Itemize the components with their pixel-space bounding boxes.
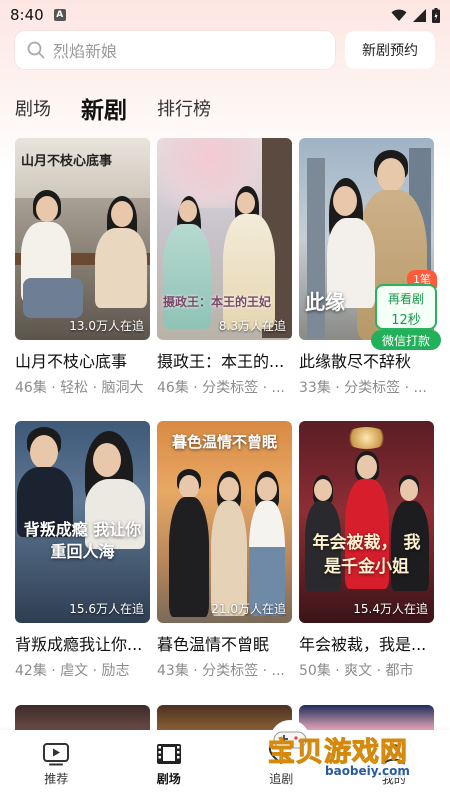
new-drama-reserve-button[interactable]: 新剧预约 bbox=[345, 31, 435, 69]
drama-card[interactable]: 背叛成瘾 我让你重回人海 15.6万人在追 背叛成瘾我让你... 42集 · 虐… bbox=[15, 421, 150, 704]
reward-timer-box[interactable]: 再看剧 12秒 bbox=[375, 284, 437, 330]
drama-poster[interactable]: 暮色温情不曾眠 21.0万人在追 bbox=[157, 421, 292, 623]
drama-poster-partial[interactable] bbox=[15, 705, 150, 730]
tracking-count: 8.3万人在追 bbox=[218, 319, 286, 333]
signal-icon bbox=[413, 8, 426, 22]
drama-meta: 50集 · 爽文 · 都市 bbox=[299, 663, 414, 679]
battery-icon bbox=[432, 7, 440, 23]
search-icon bbox=[27, 41, 45, 59]
tracking-count: 21.0万人在追 bbox=[211, 602, 286, 616]
watermark-url: baobeiy.com bbox=[322, 764, 413, 778]
tracking-count: 15.6万人在追 bbox=[69, 602, 144, 616]
status-bar: 8:40 A bbox=[0, 0, 450, 30]
drama-poster[interactable]: 山月不枝心底事 13.0万人在追 bbox=[15, 138, 150, 340]
reward-line1: 再看剧 bbox=[387, 292, 424, 306]
poster-title-text: 暮色温情不曾眠 bbox=[171, 433, 277, 451]
drama-card[interactable]: 年会被裁， 我是千金小姐 15.4万人在追 年会被裁，我是... 50集 · 爽… bbox=[299, 421, 434, 704]
drama-meta: 46集 · 轻松 · 脑洞大 bbox=[15, 380, 144, 396]
drama-meta: 33集 · 分类标签 · ... bbox=[299, 380, 427, 396]
poster-title-text: 摄政王：本王的王妃 bbox=[163, 295, 272, 309]
drama-grid: 山月不枝心底事 13.0万人在追 山月不枝心底事 46集 · 轻松 · 脑洞大 … bbox=[15, 138, 435, 704]
tracking-count: 15.4万人在追 bbox=[353, 602, 428, 616]
wifi-icon bbox=[391, 9, 407, 21]
drama-card[interactable]: 暮色温情不曾眠 21.0万人在追 暮色温情不曾眠 43集 · 分类标签 · ..… bbox=[157, 421, 292, 704]
site-watermark: 宝贝游戏网 baobeiy.com bbox=[268, 720, 418, 784]
notification-a-icon: A bbox=[53, 9, 66, 21]
poster-title-text: 年会被裁， 我是千金小姐 bbox=[312, 533, 421, 577]
status-time: 8:40 bbox=[10, 6, 44, 24]
tab-ranking[interactable]: 排行榜 bbox=[157, 95, 211, 121]
drama-meta: 46集 · 分类标签 · ... bbox=[157, 380, 285, 396]
search-row: 烈焰新娘 新剧预约 bbox=[15, 30, 435, 70]
search-placeholder: 烈焰新娘 bbox=[53, 42, 118, 61]
nav-theater[interactable]: 剧场 bbox=[113, 730, 226, 800]
wechat-payout-button[interactable]: 微信打款 bbox=[371, 330, 441, 350]
play-icon bbox=[43, 743, 70, 766]
drama-meta: 43集 · 分类标签 · ... bbox=[157, 663, 285, 679]
tab-new-drama[interactable]: 新剧 bbox=[81, 91, 127, 125]
nav-theater-label: 剧场 bbox=[156, 772, 181, 786]
drama-card[interactable]: 摄政王：本王的王妃 8.3万人在追 摄政王：本王的... 46集 · 分类标签 … bbox=[157, 138, 292, 421]
tracking-count: 13.0万人在追 bbox=[69, 319, 144, 333]
drama-poster[interactable]: 年会被裁， 我是千金小姐 15.4万人在追 bbox=[299, 421, 434, 623]
drama-poster[interactable]: 背叛成瘾 我让你重回人海 15.6万人在追 bbox=[15, 421, 150, 623]
category-tabs: 剧场 新剧 排行榜 bbox=[15, 88, 211, 128]
nav-recommend-label: 推荐 bbox=[44, 772, 69, 786]
next-row-preview bbox=[15, 705, 435, 730]
film-icon bbox=[156, 744, 181, 764]
status-icons bbox=[391, 7, 440, 23]
drama-poster[interactable]: 摄政王：本王的王妃 8.3万人在追 bbox=[157, 138, 292, 340]
drama-title[interactable]: 此缘散尽不辞秋 bbox=[299, 348, 434, 372]
drama-title[interactable]: 年会被裁，我是... bbox=[299, 631, 434, 655]
drama-meta: 42集 · 虐文 · 励志 bbox=[15, 663, 130, 679]
poster-title-text: 山月不枝心底事 bbox=[21, 154, 113, 169]
drama-title[interactable]: 背叛成瘾我让你... bbox=[15, 631, 150, 655]
reward-line2: 12秒 bbox=[391, 313, 421, 328]
tab-theater[interactable]: 剧场 bbox=[15, 95, 51, 121]
nav-recommend[interactable]: 推荐 bbox=[0, 730, 113, 800]
drama-title[interactable]: 暮色温情不曾眠 bbox=[157, 631, 292, 655]
drama-title[interactable]: 山月不枝心底事 bbox=[15, 348, 150, 372]
poster-title-text: 背叛成瘾 我让你重回人海 bbox=[23, 520, 142, 561]
drama-title[interactable]: 摄政王：本王的... bbox=[157, 348, 292, 372]
search-input[interactable]: 烈焰新娘 bbox=[15, 31, 335, 69]
drama-card[interactable]: 山月不枝心底事 13.0万人在追 山月不枝心底事 46集 · 轻松 · 脑洞大 bbox=[15, 138, 150, 421]
drama-poster-partial[interactable] bbox=[299, 705, 434, 730]
